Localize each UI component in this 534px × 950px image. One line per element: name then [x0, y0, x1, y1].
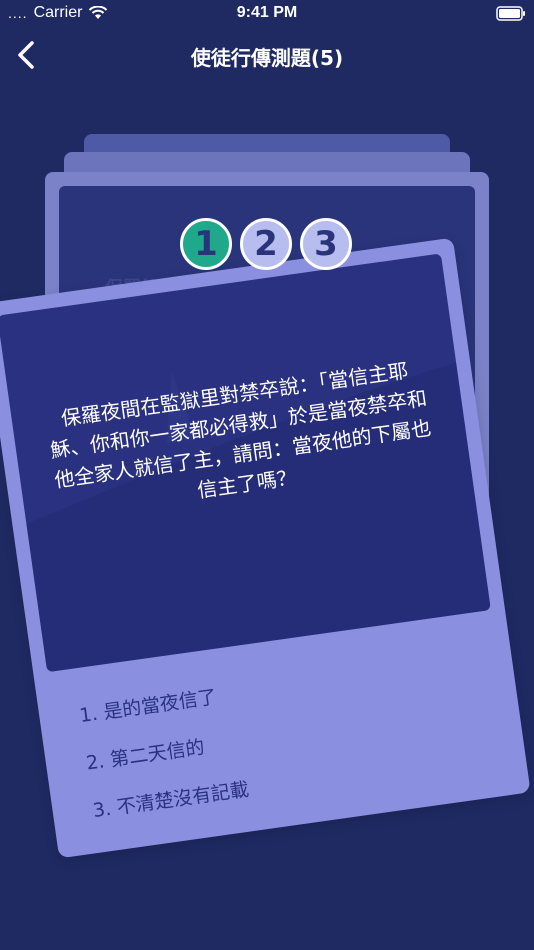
answer-options: 1. 是的當夜信了 2. 第二天信的 3. 不清楚沒有記載 — [76, 637, 492, 835]
question-badge-1[interactable]: 1 — [180, 218, 232, 270]
question-panel: 保羅夜間在監獄里對禁卒說：「當信主耶穌、你和你一家都必得救」於是當夜禁卒和他全家… — [0, 253, 491, 673]
question-badge-2[interactable]: 2 — [240, 218, 292, 270]
nav-bar: 使徒行傳測題(5) — [0, 28, 534, 82]
question-card: 保羅夜間在監獄里對禁卒說：「當信主耶穌、你和你一家都必得救」於是當夜禁卒和他全家… — [0, 237, 531, 859]
question-badge-3[interactable]: 3 — [300, 218, 352, 270]
status-bar: .... Carrier 9:41 PM — [0, 0, 534, 28]
battery-icon — [496, 6, 525, 21]
status-time: 9:41 PM — [236, 4, 298, 21]
page-title: 使徒行傳測題(5) — [190, 46, 344, 70]
